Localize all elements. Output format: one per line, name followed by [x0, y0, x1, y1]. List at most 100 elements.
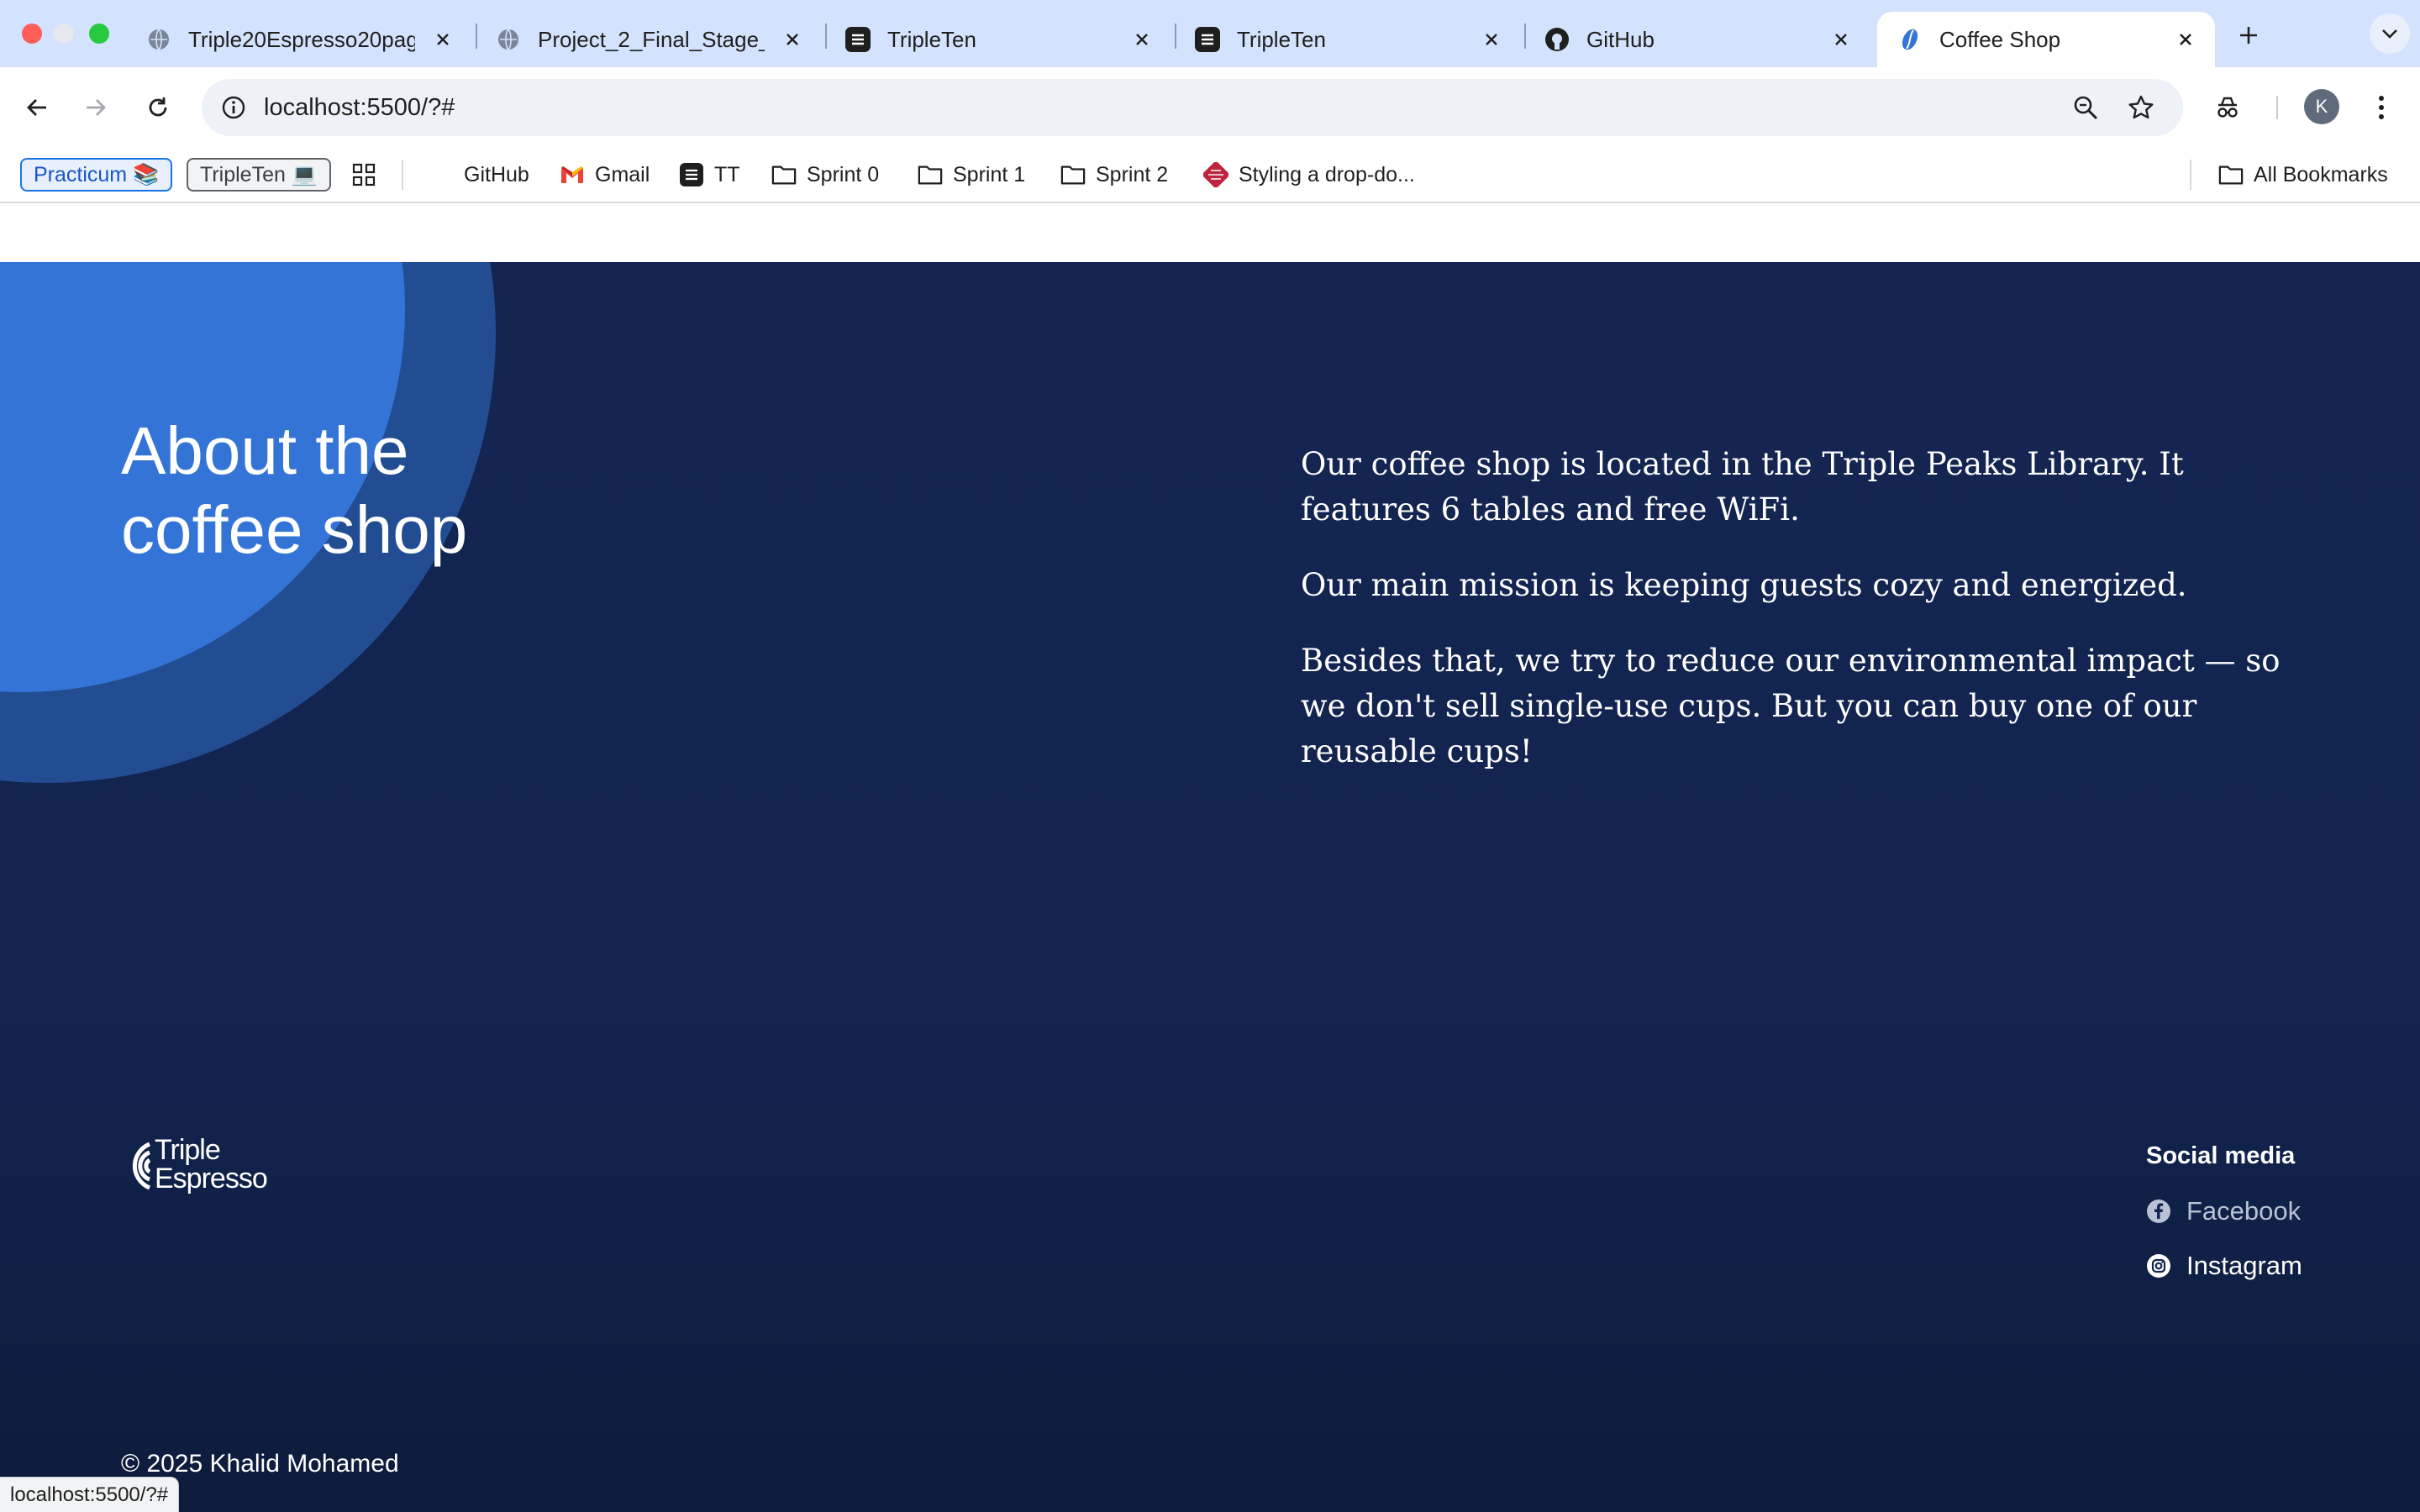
about-paragraph: Our main mission is keeping guests cozy … — [1301, 567, 2187, 603]
tab-title: GitHub — [1586, 26, 1655, 52]
striped-logo-icon — [1203, 162, 1228, 187]
copyright-text: © 2025 Khalid Mohamed — [121, 1450, 399, 1478]
tab-strip: Triple20Espresso20page Project_2_Final_S… — [0, 0, 2420, 67]
window-minimize-button[interactable] — [54, 24, 74, 44]
window-close-button[interactable] — [22, 24, 42, 44]
window-maximize-button[interactable] — [89, 24, 109, 44]
logo-wordmark: Triple Espresso — [155, 1134, 268, 1194]
coffee-bean-icon — [1897, 27, 1923, 52]
logo-line: Triple — [155, 1134, 221, 1166]
bookmark-folder-sprint-2[interactable]: Sprint 2 — [1060, 158, 1168, 192]
all-bookmarks-button[interactable]: All Bookmarks — [2218, 158, 2388, 192]
forward-button[interactable] — [76, 87, 116, 128]
close-icon[interactable] — [429, 25, 457, 54]
incognito-icon — [2217, 97, 2238, 118]
folder-icon — [2218, 162, 2244, 187]
instagram-icon — [2146, 1253, 2171, 1278]
about-paragraph: Besides that, we try to reduce our envir… — [1301, 643, 2281, 769]
reload-button[interactable] — [138, 87, 178, 128]
apps-grid-icon — [351, 162, 376, 187]
bookmark-folder-practicum[interactable]: Practicum 📚 — [20, 158, 173, 192]
zoom-icon[interactable] — [2069, 91, 2102, 124]
logo-line: Espresso — [155, 1163, 268, 1194]
folder-icon — [1060, 162, 1086, 187]
bookmarks-divider — [402, 160, 403, 190]
globe-icon — [496, 27, 521, 52]
incognito-extension-button[interactable] — [2207, 87, 2248, 128]
bookmark-label: TT — [714, 162, 740, 186]
tab-tripleten-1[interactable]: TripleTen — [825, 12, 1171, 67]
tab-tripleten-2[interactable]: TripleTen — [1175, 12, 1521, 67]
bookmark-folder-sprint-1[interactable]: Sprint 1 — [918, 158, 1025, 192]
bookmark-gmail[interactable]: Gmail — [560, 158, 650, 192]
close-icon[interactable] — [2171, 25, 2200, 54]
folder-icon — [918, 162, 943, 187]
tab-title: Project_2_Final_Stage_( — [538, 26, 765, 52]
arrow-right-icon — [87, 99, 106, 116]
facebook-link[interactable]: Facebook — [2146, 1194, 2301, 1228]
close-icon[interactable] — [1477, 25, 1506, 54]
bookmarks-divider — [2190, 160, 2191, 190]
about-text: Our coffee shop is located in the Triple… — [1301, 442, 2309, 805]
instagram-link[interactable]: Instagram — [2146, 1249, 2302, 1283]
bookmark-tt[interactable]: TT — [679, 158, 740, 192]
info-icon[interactable] — [215, 89, 252, 126]
tab-project-2[interactable]: Project_2_Final_Stage_( — [476, 12, 822, 67]
tripleten-icon — [845, 27, 871, 52]
about-paragraph: Our coffee shop is located in the Triple… — [1301, 446, 2184, 528]
apps-button[interactable] — [351, 158, 387, 192]
tab-search-button[interactable] — [2370, 13, 2410, 54]
tab-title: Triple20Espresso20page — [188, 26, 415, 52]
browser-menu-button[interactable] — [2361, 87, 2402, 128]
tab-title: TripleTen — [1237, 26, 1326, 52]
browser-toolbar: localhost:5500/?# — [0, 67, 2420, 148]
reload-icon — [149, 97, 167, 117]
kebab-menu-icon — [2379, 96, 2384, 119]
folder-icon — [771, 162, 797, 187]
social-link-label: Facebook — [2186, 1196, 2302, 1226]
status-bar-url: localhost:5500/?# — [0, 1477, 180, 1512]
toolbar-divider — [2276, 96, 2278, 119]
page-viewport: About the coffee shop Our coffee shop is… — [0, 203, 2420, 1512]
tab-title: TripleTen — [887, 26, 976, 52]
bookmark-label: Sprint 0 — [807, 162, 880, 186]
tripleten-icon — [679, 162, 704, 187]
about-heading: About the coffee shop — [121, 413, 468, 567]
globe-icon — [146, 27, 171, 52]
url-text[interactable]: localhost:5500/?# — [264, 94, 455, 122]
triple-espresso-logo-icon — [132, 1142, 151, 1190]
close-icon[interactable] — [1827, 25, 1855, 54]
profile-avatar[interactable]: K — [2304, 89, 2339, 124]
bookmark-label: Sprint 2 — [1096, 162, 1169, 186]
arrow-left-icon — [27, 99, 46, 116]
chevron-down-icon — [2382, 29, 2397, 39]
bookmark-github[interactable]: GitHub — [464, 158, 529, 192]
tab-github[interactable]: GitHub — [1524, 12, 1870, 67]
back-button[interactable] — [17, 87, 57, 128]
bookmark-label: All Bookmarks — [2254, 162, 2388, 186]
bookmark-folder-sprint-0[interactable]: Sprint 0 — [771, 158, 879, 192]
bookmark-styling-dropdown[interactable]: Styling a drop-do... — [1203, 158, 1415, 192]
bookmarks-bar: Practicum 📚 TripleTen 💻 GitHub Gmail TT … — [0, 148, 2420, 203]
gmail-icon — [560, 162, 585, 187]
github-icon — [1544, 27, 1570, 52]
address-bar[interactable]: localhost:5500/?# — [202, 79, 2183, 136]
close-icon[interactable] — [1128, 25, 1156, 54]
bookmark-label: Sprint 1 — [953, 162, 1026, 186]
tab-title: Coffee Shop — [1939, 26, 2061, 52]
bookmark-star-icon[interactable] — [2124, 91, 2158, 124]
tab-triple-espresso-page[interactable]: Triple20Espresso20page — [126, 12, 472, 67]
bookmark-folder-tripleten[interactable]: TripleTen 💻 — [187, 158, 331, 192]
about-section: About the coffee shop Our coffee shop is… — [0, 262, 2420, 1512]
new-tab-button[interactable] — [2232, 18, 2265, 52]
bookmark-label: Styling a drop-do... — [1239, 162, 1415, 186]
tab-coffee-shop[interactable]: Coffee Shop — [1877, 12, 2215, 67]
facebook-icon — [2146, 1199, 2171, 1224]
social-media-heading: Social media — [2146, 1142, 2296, 1169]
bookmark-label: Gmail — [595, 162, 650, 186]
social-link-label: Instagram — [2186, 1251, 2302, 1280]
bookmark-label: GitHub — [464, 162, 529, 186]
tripleten-icon — [1195, 27, 1220, 52]
footer-logo[interactable]: Triple Espresso — [121, 1136, 289, 1198]
close-icon[interactable] — [778, 25, 807, 54]
